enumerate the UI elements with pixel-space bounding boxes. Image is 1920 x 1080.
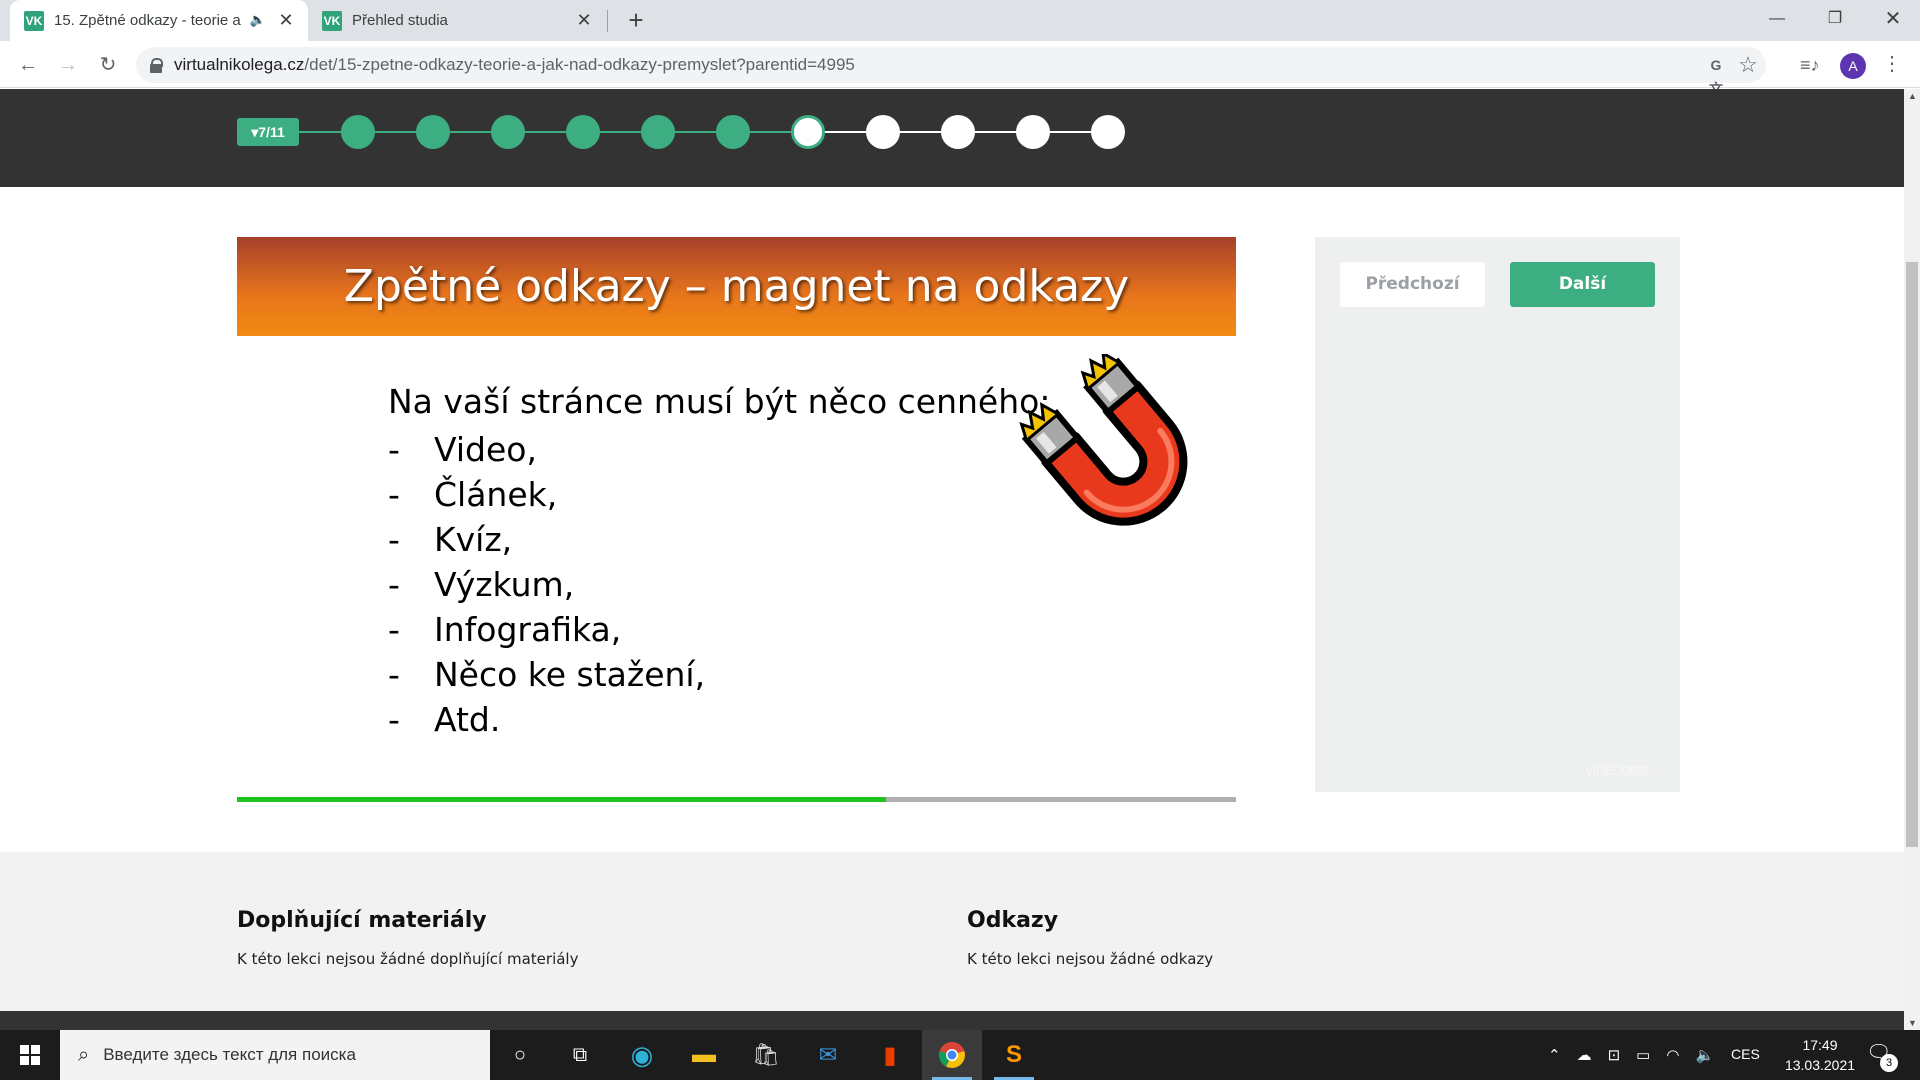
media-control-icon[interactable]: ≡♪ [1800,55,1820,76]
new-tab-button[interactable]: + [622,6,650,34]
window-close-icon[interactable]: ✕ [1864,0,1920,41]
address-bar[interactable]: virtualnikolega.cz/det/15-zpetne-odkazy-… [136,47,1766,97]
step-count: 7/11 [258,124,285,140]
video-id: VIDEO0680 [1585,764,1650,778]
vk-favicon: VK [24,10,44,31]
url-path: /det/15-zpetne-odkazy-teorie-a-jak-nad-o… [304,55,855,74]
scroll-up-icon[interactable]: ▲ [1908,91,1917,101]
supplementary-text: K této lekci nejsou žádné doplňující mat… [237,950,579,968]
slide[interactable]: Zpětné odkazy – magnet na odkazy Na vaší… [237,237,1236,792]
notification-badge: 3 [1880,1054,1898,1072]
onedrive-icon[interactable]: ☁ [1577,1046,1592,1064]
vk-favicon: VK [322,10,342,31]
lesson-progress-header: ▾7/11 [0,89,1904,187]
translate-icon[interactable]: G文 [1704,53,1728,97]
step-dot[interactable] [491,115,525,149]
step-badge[interactable]: ▾7/11 [237,118,299,146]
side-panel: Předchozí Další VIDEO0680 [1315,237,1680,792]
chrome-logo [939,1042,965,1068]
forward-icon[interactable]: → [52,49,84,81]
step-dot[interactable] [941,115,975,149]
step-dot[interactable] [566,115,600,149]
step-dot[interactable] [716,115,750,149]
tab-active[interactable]: VK 15. Zpětné odkazy - teorie a 🔈 ✕ [10,0,308,41]
list-item: - Výzkum, [388,565,575,604]
page-footer-bar [0,1011,1904,1030]
sublime-text-icon[interactable]: S [984,1030,1044,1080]
profile-avatar[interactable]: A [1840,53,1866,79]
list-item: - Kvíz, [388,520,513,559]
list-item: - Atd. [388,700,501,739]
mail-icon[interactable]: ✉ [798,1030,858,1080]
tab-title: 15. Zpětné odkazy - teorie a [54,12,241,29]
store-icon[interactable]: 🛍 [736,1030,796,1080]
taskbar: ⌕ Введите здесь текст для поиска ○ ⧉ ◉ ▬… [0,1030,1920,1080]
links-text: K této lekci nejsou žádné odkazy [967,950,1214,968]
list-item: - Video, [388,430,537,469]
language-indicator[interactable]: CES [1731,1046,1760,1062]
magnet-icon [1019,354,1188,526]
network-share-icon[interactable]: ⊡ [1608,1046,1621,1064]
page-viewport: ▾7/11 Zpětné odkazy – magnet na odkazy N… [0,89,1904,1030]
scroll-thumb[interactable] [1906,262,1918,847]
search-icon: ⌕ [78,1043,90,1066]
step-dot[interactable] [641,115,675,149]
task-view-icon[interactable]: ⧉ [550,1030,610,1080]
edge-icon[interactable]: ◉ [612,1030,672,1080]
clock-time[interactable]: 17:49 [1790,1037,1850,1053]
slide-list: - Video, - Článek, - Kvíz, - Výzkum, - Infogr… [388,427,705,742]
step-dot[interactable] [866,115,900,149]
back-icon[interactable]: ← [12,49,44,81]
step-dot[interactable] [416,115,450,149]
list-item: - Článek, [388,475,558,514]
volume-icon[interactable]: 🔈 [1695,1046,1714,1064]
menu-icon[interactable]: ⋮ [1882,51,1902,76]
close-tab-icon[interactable]: ✕ [276,10,296,31]
cortana-icon[interactable]: ○ [490,1030,550,1080]
close-tab-icon[interactable]: ✕ [574,10,594,31]
previous-button[interactable]: Předchozí [1340,262,1485,307]
speaker-icon[interactable]: 🔈 [250,12,266,28]
step-dot[interactable] [1091,115,1125,149]
battery-icon[interactable]: ▭ [1636,1046,1650,1064]
search-placeholder: Введите здесь текст для поиска [103,1045,356,1064]
slide-intro: Na vaší stránce musí být něco cenného: [388,382,1051,421]
next-button[interactable]: Další [1510,262,1655,307]
chrome-icon[interactable] [922,1030,982,1080]
scrollbar[interactable]: ▲ ▼ [1904,89,1920,1030]
windows-start-icon[interactable] [0,1030,60,1080]
supplementary-title: Doplňující materiály [237,908,487,933]
reload-icon[interactable]: ↻ [92,49,124,81]
tab-title: Přehled studia [352,12,448,29]
office-icon[interactable]: ▮ [860,1030,920,1080]
star-icon[interactable]: ☆ [1736,53,1760,77]
step-dot[interactable] [341,115,375,149]
list-item: - Infografika, [388,610,622,649]
slide-title: Zpětné odkazy – magnet na odkazy [343,261,1130,312]
tab-inactive[interactable]: VK Přehled studia ✕ [308,0,606,41]
system-tray: ⌃ ☁ ⊡ ▭ ◠ 🔈 [1540,1030,1722,1080]
url-host: virtualnikolega.cz [174,55,305,74]
browser-toolbar: ← → ↻ virtualnikolega.cz/det/15-zpetne-o… [0,41,1920,97]
video-progress-bar[interactable] [237,797,1236,802]
taskbar-search-input[interactable]: ⌕ Введите здесь текст для поиска [60,1030,490,1080]
video-progress-fill [237,797,887,802]
materials-section: Doplňující materiály K této lekci nejsou… [0,852,1904,1030]
tab-strip: VK 15. Zpětné odkazy - teorie a 🔈 ✕ VK P… [0,0,1920,41]
chevron-up-icon[interactable]: ⌃ [1548,1046,1561,1064]
scroll-down-icon[interactable]: ▼ [1908,1018,1917,1028]
file-explorer-icon[interactable]: ▬ [674,1030,734,1080]
step-dot[interactable] [791,115,825,149]
clock-date[interactable]: 13.03.2021 [1775,1057,1865,1073]
lock-icon[interactable] [150,58,163,73]
tab-separator [607,10,608,32]
list-item: - Něco ke stažení, [388,655,706,694]
step-dot[interactable] [1016,115,1050,149]
minimize-icon[interactable]: — [1748,0,1806,41]
links-title: Odkazy [967,908,1059,933]
maximize-icon[interactable]: ❐ [1806,0,1864,41]
wifi-icon[interactable]: ◠ [1666,1046,1679,1064]
